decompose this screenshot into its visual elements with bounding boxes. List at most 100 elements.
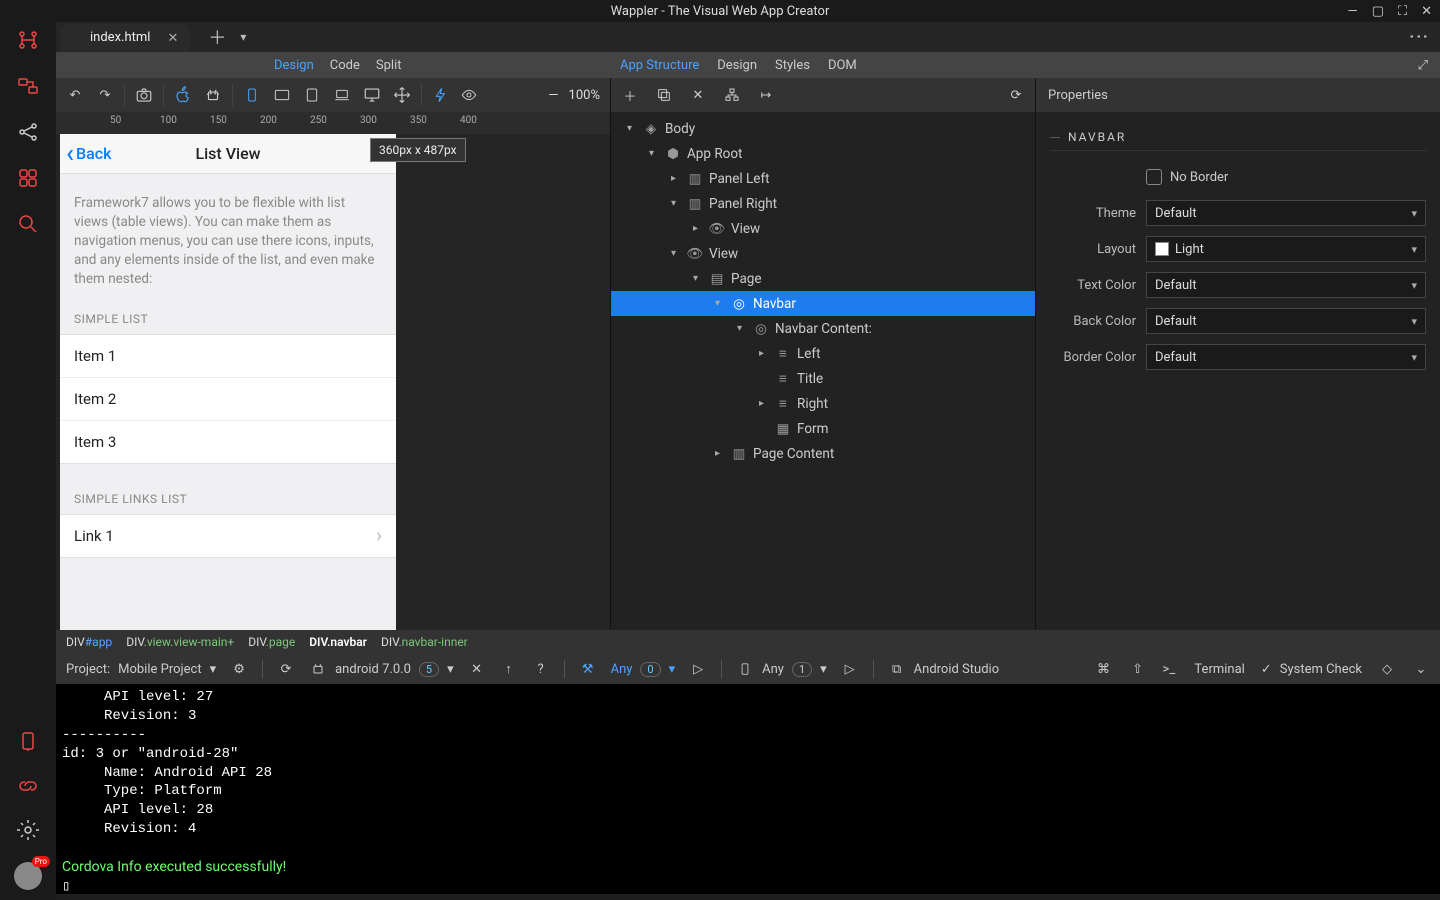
check-icon[interactable]: ✓ [1261, 662, 1272, 677]
tree-node[interactable]: ▦Form [611, 416, 1035, 441]
theme-select[interactable]: Default [1146, 200, 1426, 226]
grid-icon[interactable] [16, 166, 40, 194]
tree-node[interactable]: ▸▥Page Content [611, 441, 1035, 466]
key-icon[interactable]: ⌘ [1095, 660, 1113, 678]
layout-select[interactable]: Light [1146, 236, 1426, 262]
mode-app-structure[interactable]: App Structure [620, 58, 699, 73]
back-button[interactable]: Back [66, 144, 111, 163]
run-icon[interactable]: ▷ [841, 660, 859, 678]
restore-icon[interactable]: ▢ [1372, 4, 1384, 19]
platform-dropdown-icon[interactable]: ▾ [447, 662, 454, 677]
android-studio-label[interactable]: Android Studio [914, 662, 999, 677]
chevron-down-icon[interactable]: ⌄ [1412, 660, 1430, 678]
mode-dom[interactable]: DOM [828, 58, 857, 73]
tree-node[interactable]: ▸≡Left [611, 341, 1035, 366]
device-dropdown-icon[interactable]: ▾ [820, 662, 827, 677]
camera-icon[interactable] [135, 86, 153, 104]
android-icon[interactable] [204, 86, 222, 104]
sync-icon[interactable]: ⟳ [277, 660, 295, 678]
tree-node[interactable]: ▾◎Navbar [611, 291, 1035, 316]
delete-icon[interactable]: ✕ [689, 86, 707, 104]
list-item[interactable]: Link 1 [60, 515, 396, 557]
undo-icon[interactable]: ↶ [66, 86, 84, 104]
device-icon[interactable] [16, 730, 40, 758]
device-status-icon[interactable] [736, 660, 754, 678]
tree-node[interactable]: ▾👁View [611, 241, 1035, 266]
up-icon[interactable]: ↑ [500, 660, 518, 678]
tab-close-icon[interactable]: ✕ [168, 31, 179, 46]
file-tab[interactable]: index.html ✕ [60, 24, 190, 51]
copy-icon[interactable] [655, 86, 673, 104]
run-target[interactable]: Any [611, 662, 633, 677]
laptop-icon[interactable] [333, 86, 351, 104]
close-icon[interactable]: ✕ [468, 660, 486, 678]
tree-node[interactable]: ▸≡Right [611, 391, 1035, 416]
tree-node[interactable]: ▾▥Panel Right [611, 191, 1035, 216]
lightning-icon[interactable] [432, 86, 450, 104]
new-tab-icon[interactable]: ＋ [208, 24, 226, 50]
sitemap-icon[interactable] [16, 28, 40, 56]
apple-icon[interactable] [174, 86, 192, 104]
bordercolor-select[interactable]: Default [1146, 344, 1426, 370]
tablet-landscape-icon[interactable] [273, 86, 291, 104]
refresh-icon[interactable]: ⟳ [1007, 86, 1025, 104]
project-name[interactable]: Mobile Project [118, 662, 201, 677]
settings-icon[interactable] [16, 818, 40, 846]
element-breadcrumb[interactable]: DIV#appDIV.view.view-main+DIV.pageDIV.na… [56, 630, 1440, 654]
mode-styles[interactable]: Styles [775, 58, 810, 73]
avatar[interactable] [14, 862, 42, 890]
upload-icon[interactable]: ⇧ [1129, 660, 1147, 678]
no-border-checkbox[interactable] [1146, 169, 1162, 185]
structure-tree[interactable]: ▾◈Body▾⬢App Root▸▥Panel Left▾▥Panel Righ… [611, 112, 1035, 630]
terminal-output[interactable]: API level: 27 Revision: 3 ---------- id:… [56, 684, 1440, 894]
terminal-icon[interactable]: >_ [1163, 662, 1176, 677]
play-icon[interactable]: ▷ [689, 660, 707, 678]
phone-icon[interactable] [243, 86, 261, 104]
mode-design[interactable]: Design [274, 58, 314, 73]
run-dropdown-icon[interactable]: ▾ [669, 662, 676, 677]
build-icon[interactable]: ⚒ [579, 660, 597, 678]
link-icon[interactable] [16, 774, 40, 802]
project-settings-icon[interactable]: ⚙ [230, 660, 248, 678]
tree-node[interactable]: ▾◈Body [611, 116, 1035, 141]
erase-icon[interactable]: ◇ [1378, 660, 1396, 678]
desktop-icon[interactable] [363, 86, 381, 104]
hierarchy-icon[interactable] [723, 86, 741, 104]
project-dropdown-icon[interactable]: ▾ [210, 662, 217, 677]
add-icon[interactable]: ＋ [621, 86, 639, 104]
backcolor-select[interactable]: Default [1146, 308, 1426, 334]
studio-icon[interactable]: ⧉ [888, 660, 906, 678]
zoom-out-icon[interactable]: — [548, 88, 558, 103]
move-icon[interactable] [393, 86, 411, 104]
tree-node[interactable]: ▸👁View [611, 216, 1035, 241]
export-icon[interactable]: ↦ [757, 86, 775, 104]
tree-node[interactable]: ▾◎Navbar Content: [611, 316, 1035, 341]
list-item[interactable]: Item 3 [60, 421, 396, 463]
maximize-icon[interactable]: ⛶ [1398, 4, 1407, 19]
device-target[interactable]: Any [762, 662, 784, 677]
android-status-icon[interactable] [309, 660, 327, 678]
tablet-portrait-icon[interactable] [303, 86, 321, 104]
collapse-panels-icon[interactable]: ⤢ [1418, 58, 1428, 73]
flow-icon[interactable] [16, 74, 40, 102]
search-icon[interactable] [16, 212, 40, 240]
close-icon[interactable]: ✕ [1421, 4, 1432, 19]
tree-node[interactable]: ▾▤Page [611, 266, 1035, 291]
more-icon[interactable]: ⋮ [1408, 27, 1432, 48]
minimize-icon[interactable]: — [1348, 4, 1358, 19]
help-icon[interactable]: ? [532, 660, 550, 678]
list-item[interactable]: Item 1 [60, 335, 396, 378]
textcolor-select[interactable]: Default [1146, 272, 1426, 298]
mode-split[interactable]: Split [376, 58, 402, 73]
tree-node[interactable]: ▸▥Panel Left [611, 166, 1035, 191]
platform-value[interactable]: android 7.0.0 [335, 662, 411, 677]
mode-code[interactable]: Code [330, 58, 360, 73]
list-item[interactable]: Item 2 [60, 378, 396, 421]
tree-node[interactable]: ▾⬢App Root [611, 141, 1035, 166]
eye-icon[interactable] [460, 86, 478, 104]
tab-dropdown-icon[interactable]: ▾ [240, 30, 246, 44]
terminal-label[interactable]: Terminal [1194, 662, 1244, 677]
syscheck-label[interactable]: System Check [1280, 662, 1362, 677]
share-icon[interactable] [16, 120, 40, 148]
redo-icon[interactable]: ↷ [96, 86, 114, 104]
